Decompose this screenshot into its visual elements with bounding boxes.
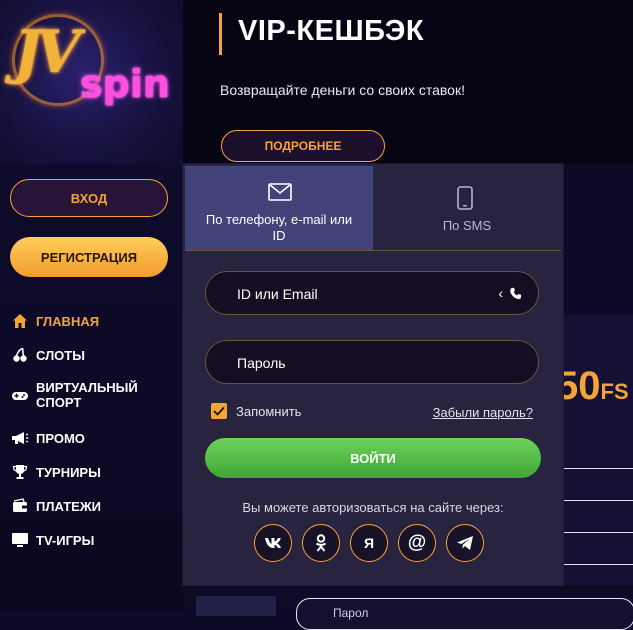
divider <box>563 500 633 501</box>
divider <box>563 532 633 533</box>
banner-accent-bar <box>219 13 222 55</box>
login-button[interactable]: ВХОД <box>10 179 168 217</box>
password-input[interactable]: Пароль <box>205 340 539 384</box>
remember-checkbox[interactable] <box>211 403 227 419</box>
social-login-text: Вы можете авторизоваться на сайте через: <box>242 500 504 515</box>
banner-text: Возвращайте деньги со своих ставок! <box>220 82 465 98</box>
yandex-login-button[interactable]: Я <box>350 524 388 562</box>
at-sign-icon: @ <box>407 532 427 553</box>
nav-item-slots[interactable]: СЛОТЫ <box>10 346 85 364</box>
nav-label: ПЛАТЕЖИ <box>36 498 101 514</box>
nav-item-home[interactable]: ГЛАВНАЯ <box>10 312 99 330</box>
nav-label: TV-ИГРЫ <box>36 532 95 548</box>
ok-login-button[interactable] <box>302 524 340 562</box>
nav-label: ВИРТУАЛЬНЫЙ СПОРТ <box>36 380 138 410</box>
background-password-field: Парол <box>296 598 633 630</box>
logo-letters: JV <box>14 18 80 86</box>
gamepad-icon <box>10 386 30 404</box>
mail-login-button[interactable]: @ <box>398 524 436 562</box>
nav-label: ПРОМО <box>36 430 85 446</box>
nav-label: ТУРНИРЫ <box>36 464 101 480</box>
tab-label: По телефону, e-mail или ID <box>206 212 352 243</box>
envelope-icon <box>268 183 292 205</box>
free-spins-badge: 50FS <box>556 364 629 409</box>
promo-banner: VIP-КЕШБЭК Возвращайте деньги со своих с… <box>183 0 633 164</box>
tab-label-line2: ID <box>272 228 286 243</box>
telegram-login-button[interactable] <box>446 524 484 562</box>
social-login-buttons: Я @ <box>254 524 484 562</box>
sidebar: ВХОД РЕГИСТРАЦИЯ ГЛАВНАЯ СЛОТЫ ВИРТУАЛЬН… <box>0 164 183 613</box>
background-field-text: Парол <box>333 606 369 620</box>
nav-label-line2: СПОРТ <box>36 395 82 410</box>
megaphone-icon <box>10 429 30 447</box>
submit-login-button[interactable]: ВОЙТИ <box>205 438 541 478</box>
id-email-placeholder: ID или Email <box>237 286 318 302</box>
tab-phone-email-id[interactable]: По телефону, e-mail или ID <box>185 166 373 250</box>
phone-icon <box>457 186 473 213</box>
remember-label: Запомнить <box>236 403 302 419</box>
logo[interactable]: JV spin <box>0 0 183 164</box>
nav-label-line1: ВИРТУАЛЬНЫЙ <box>36 380 138 395</box>
tab-label-line1: По телефону, e-mail или <box>205 212 353 227</box>
home-icon <box>10 312 30 330</box>
promo-card-background <box>563 315 633 613</box>
login-modal: По телефону, e-mail или ID По SMS ID или … <box>183 164 563 585</box>
id-email-input[interactable]: ID или Email ‹ <box>205 271 539 315</box>
bottom-icon-tile <box>196 596 276 616</box>
nav-label: ГЛАВНАЯ <box>36 313 100 329</box>
register-button[interactable]: РЕГИСТРАЦИЯ <box>10 237 168 277</box>
nav-label: СЛОТЫ <box>36 347 85 363</box>
fs-unit: FS <box>600 379 629 404</box>
wallet-icon <box>10 497 30 515</box>
password-placeholder: Пароль <box>237 355 286 371</box>
banner-title: VIP-КЕШБЭК <box>238 15 425 47</box>
vk-login-button[interactable] <box>254 524 292 562</box>
divider <box>563 564 633 565</box>
nav-item-payments[interactable]: ПЛАТЕЖИ <box>10 497 101 515</box>
yandex-icon: Я <box>363 535 375 551</box>
cherries-icon <box>10 346 30 364</box>
banner-more-button[interactable]: ПОДРОБНЕЕ <box>221 130 385 162</box>
odnoklassniki-icon <box>315 534 327 552</box>
logo-word: spin <box>80 62 170 106</box>
tab-label: По SMS <box>442 218 492 233</box>
nav-item-promo[interactable]: ПРОМО <box>10 429 85 447</box>
forgot-password-link[interactable]: Забыли пароль? <box>433 405 533 420</box>
vk-icon <box>265 538 281 548</box>
remember-me[interactable]: Запомнить <box>211 403 301 419</box>
nav-item-tv-games[interactable]: TV-ИГРЫ <box>10 531 94 549</box>
chevron-left-icon: ‹ <box>498 285 503 301</box>
nav-item-virtual-sport[interactable]: ВИРТУАЛЬНЫЙ СПОРТ <box>10 380 138 410</box>
tab-divider <box>185 250 561 251</box>
phone-handset-icon <box>510 287 522 299</box>
telegram-icon <box>457 536 473 550</box>
tab-sms[interactable]: По SMS <box>373 166 561 250</box>
tv-icon <box>10 531 30 549</box>
checkmark-icon <box>213 406 225 416</box>
input-switch[interactable]: ‹ <box>498 285 522 301</box>
nav-item-tournaments[interactable]: ТУРНИРЫ <box>10 463 101 481</box>
trophy-icon <box>10 463 30 481</box>
divider <box>563 468 633 469</box>
